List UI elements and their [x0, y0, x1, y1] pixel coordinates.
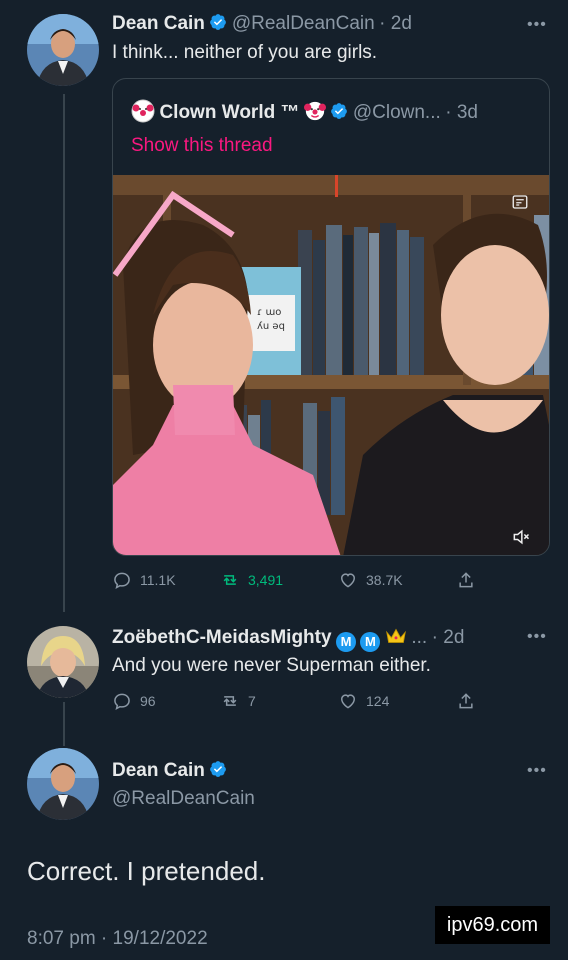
tweet1-header: Dean Cain @RealDeanCain · 2d	[112, 13, 412, 35]
more-options-icon[interactable]: •••	[527, 16, 547, 34]
crown-emoji-icon	[385, 628, 406, 643]
reply-ellipsis: ...	[411, 627, 428, 648]
reply-button[interactable]: 96	[112, 691, 220, 711]
avatar-zoebethc[interactable]	[27, 626, 99, 698]
tweet2-text: Correct. I pretended.	[27, 856, 266, 886]
watermark: ipv69.com	[435, 906, 550, 944]
thread-line-1	[63, 94, 65, 612]
heart-icon	[340, 573, 356, 588]
avatar-dean-cain[interactable]	[27, 748, 99, 820]
reply-time[interactable]: · 2d	[432, 627, 465, 648]
reply-icon	[114, 572, 130, 589]
like-button[interactable]: 38.7K	[338, 570, 456, 590]
retweet-count: 7	[248, 693, 256, 709]
tweet1-name[interactable]: Dean Cain	[112, 13, 205, 34]
reply-button[interactable]: 11.1K	[112, 570, 220, 590]
reply-name[interactable]: ZoëbethC-MeidasMighty	[112, 627, 332, 648]
tweet2-timestamp[interactable]: 8:07 pm · 19/12/2022	[27, 928, 208, 950]
share-icon	[459, 693, 473, 709]
like-count: 38.7K	[366, 572, 403, 588]
clown-avatar-icon	[131, 99, 155, 123]
share-button[interactable]	[456, 691, 476, 711]
quote-time[interactable]: · 3d	[445, 102, 478, 123]
m-badge-icon: M	[360, 632, 381, 652]
avatar-dean-cain[interactable]	[27, 14, 99, 86]
like-button[interactable]: 124	[338, 691, 456, 711]
reply-actions: 96 7 124	[112, 691, 476, 711]
reply-header: ZoëbethC-MeidasMighty M M ... · 2d	[112, 626, 464, 652]
more-options-icon[interactable]: •••	[527, 628, 547, 646]
tweet1-text: I think... neither of you are girls.	[112, 42, 378, 63]
heart-icon	[340, 694, 356, 709]
tweet1-handle[interactable]: @RealDeanCain	[232, 13, 375, 34]
quote-header: Clown World ™ @Clown... · 3d	[131, 99, 478, 124]
reply-count: 96	[140, 693, 156, 709]
retweet-icon	[223, 696, 237, 706]
quote-name[interactable]: Clown World ™	[159, 102, 299, 123]
share-button[interactable]	[456, 570, 476, 590]
tweet2-name-row: Dean Cain	[112, 760, 227, 782]
like-count: 124	[366, 693, 390, 709]
retweet-count: 3,491	[248, 572, 284, 588]
quote-handle[interactable]: @Clown...	[353, 102, 441, 123]
reply-text: And you were never Superman either.	[112, 655, 431, 676]
gif-ratio-icon[interactable]	[511, 193, 529, 211]
retweet-button[interactable]: 3,491	[220, 570, 338, 590]
share-icon	[459, 572, 473, 588]
quoted-tweet[interactable]: Clown World ™ @Clown... · 3d Show this t…	[112, 78, 550, 556]
more-options-icon[interactable]: •••	[527, 762, 547, 780]
book-text: ɾ ɯo	[257, 307, 281, 318]
m-badge-icon: M	[336, 632, 357, 652]
tweet1-actions: 11.1K 3,491 38.7K	[112, 570, 476, 590]
thread-line-2	[63, 702, 65, 746]
quoted-video[interactable]: ɾ ɯo ʎu ǝq	[113, 175, 549, 555]
tweet1-time[interactable]: · 2d	[379, 13, 412, 34]
reply-icon	[114, 693, 130, 710]
retweet-button[interactable]: 7	[220, 691, 338, 711]
verified-icon	[210, 761, 227, 777]
show-thread-link[interactable]: Show this thread	[131, 135, 273, 157]
svg-text:ʎu ǝq: ʎu ǝq	[257, 321, 285, 332]
tweet2-handle[interactable]: @RealDeanCain	[112, 788, 255, 810]
mute-icon[interactable]	[511, 527, 531, 547]
verified-icon	[331, 103, 348, 119]
verified-icon	[210, 14, 227, 30]
clown-emoji-icon	[303, 101, 326, 121]
reply-count: 11.1K	[140, 572, 176, 588]
retweet-icon	[223, 575, 237, 585]
tweet2-name[interactable]: Dean Cain	[112, 760, 205, 781]
